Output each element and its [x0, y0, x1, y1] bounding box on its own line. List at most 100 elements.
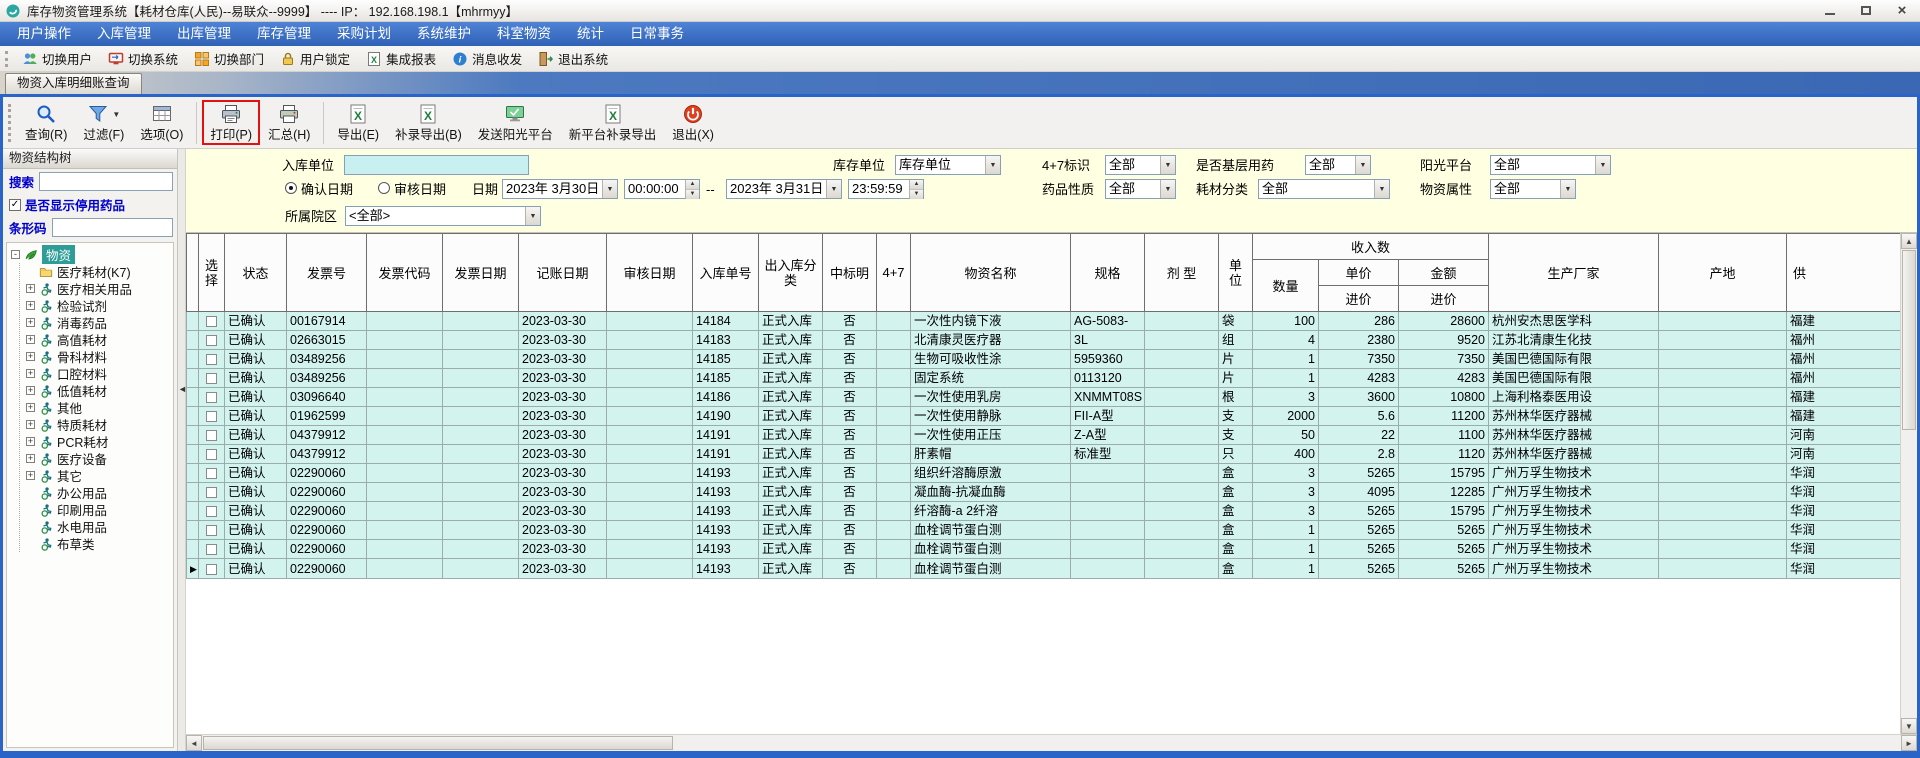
row-select-checkbox[interactable] [206, 487, 217, 499]
tree-item-16[interactable]: 布草类 [26, 535, 173, 552]
tree-root-material[interactable]: - 物资 [11, 245, 173, 264]
tag47-select[interactable]: 全部 ▼ [1105, 155, 1176, 175]
table-row[interactable]: 已确认 04379912 2023-03-30 14191 正式入库否 肝素帽 标准型 只 40… [186, 444, 1900, 464]
splitter-collapse-icon[interactable]: ◄ [178, 384, 187, 394]
tree-item-10[interactable]: + PCR耗材 [26, 433, 173, 450]
col-audit-date[interactable]: 审核日期 [606, 233, 693, 312]
col-price[interactable]: 单价 [1318, 259, 1399, 286]
tree-item-5[interactable]: + 骨科材料 [26, 348, 173, 365]
row-select-checkbox[interactable] [206, 430, 217, 442]
search-input[interactable] [39, 172, 173, 191]
tree-item-9[interactable]: + 特质耗材 [26, 416, 173, 433]
col-origin[interactable]: 产地 [1658, 233, 1787, 312]
col-supplier[interactable]: 供 [1786, 233, 1900, 312]
chevron-down-icon[interactable]: ▼ [112, 110, 120, 119]
command-summarize-button[interactable]: 汇总(H) [260, 100, 318, 145]
row-select-checkbox[interactable] [206, 373, 217, 385]
vertical-scroll-thumb[interactable] [1902, 250, 1916, 430]
consumable-class-select[interactable]: 全部 ▼ [1258, 179, 1390, 199]
col-bid[interactable]: 中标明 [822, 233, 877, 312]
chevron-down-icon[interactable]: ▼ [1355, 156, 1370, 174]
col-name[interactable]: 物资名称 [910, 233, 1071, 312]
col-inout-class[interactable]: 出入库分类 [758, 233, 823, 312]
col-status[interactable]: 状态 [224, 233, 287, 312]
col-invoice-date[interactable]: 发票日期 [442, 233, 519, 312]
expand-icon[interactable]: + [26, 471, 35, 480]
inbound-unit-input[interactable] [344, 155, 529, 175]
time-to-spinner[interactable]: 23:59:59 ▲ ▼ [848, 179, 924, 199]
col-dosage[interactable]: 剂 型 [1144, 233, 1219, 312]
expand-icon[interactable]: + [26, 318, 35, 327]
expand-icon[interactable]: + [26, 301, 35, 310]
toolbar-switch-user-button[interactable]: 切换用户 [14, 47, 100, 70]
col-manufacturer[interactable]: 生产厂家 [1488, 233, 1659, 312]
table-row[interactable]: 已确认 01962599 2023-03-30 14190 正式入库否 一次性使用静脉 FI… [186, 406, 1900, 426]
col-inbound-no[interactable]: 入库单号 [692, 233, 759, 312]
toolbar-message-button[interactable]: i 消息收发 [444, 47, 530, 70]
col-invoice-code[interactable]: 发票代码 [366, 233, 443, 312]
col-income-group[interactable]: 收入数 [1252, 233, 1489, 260]
chevron-down-icon[interactable]: ▼ [826, 180, 841, 198]
expand-icon[interactable]: + [26, 437, 35, 446]
expand-icon[interactable]: + [26, 403, 35, 412]
table-row[interactable]: 已确认 02290060 2023-03-30 14193 正式入库否 血栓调节蛋白测 盒 1… [186, 539, 1900, 559]
tree-item-4[interactable]: + 高值耗材 [26, 331, 173, 348]
menu-item-8[interactable]: 日常事务 [617, 22, 697, 46]
table-row[interactable]: 已确认 03489256 2023-03-30 14185 正式入库否 固定系统 01131… [186, 368, 1900, 388]
date-from-picker[interactable]: 2023年 3月30日 ▼ [502, 179, 618, 199]
col-purchase-price-unit[interactable]: 进价 [1318, 285, 1399, 312]
tree-item-7[interactable]: + 低值耗材 [26, 382, 173, 399]
chevron-down-icon[interactable]: ▼ [985, 156, 1000, 174]
expand-icon[interactable]: + [26, 369, 35, 378]
command-query-button[interactable]: 查询(R) [17, 100, 75, 145]
toolbar-grip[interactable] [5, 50, 9, 67]
expand-icon[interactable]: + [26, 352, 35, 361]
toolbar-exit-system-button[interactable]: 退出系统 [530, 47, 616, 70]
horizontal-scroll-thumb[interactable] [203, 736, 673, 750]
tree-item-3[interactable]: + 消毒药品 [26, 314, 173, 331]
row-select-checkbox[interactable] [206, 468, 217, 480]
time-from-spinner[interactable]: 00:00:00 ▲ ▼ [624, 179, 700, 199]
spinner-down-icon[interactable]: ▼ [686, 190, 699, 199]
row-select-checkbox[interactable] [206, 411, 217, 423]
table-row[interactable]: 已确认 03489256 2023-03-30 14185 正式入库否 生物可吸收性涂 59… [186, 349, 1900, 369]
tree-item-14[interactable]: 印刷用品 [26, 501, 173, 518]
minimize-button[interactable] [1812, 0, 1848, 21]
expand-icon[interactable]: + [26, 454, 35, 463]
tree-item-1[interactable]: + 医疗相关用品 [26, 280, 173, 297]
chevron-down-icon[interactable]: ▼ [525, 207, 540, 225]
drug-nature-select[interactable]: 全部 ▼ [1105, 179, 1176, 199]
expand-icon[interactable]: + [26, 284, 35, 293]
chevron-down-icon[interactable]: ▼ [602, 180, 617, 198]
chevron-down-icon[interactable]: ▼ [1595, 156, 1610, 174]
row-select-checkbox[interactable] [206, 563, 217, 575]
expand-icon[interactable]: + [26, 386, 35, 395]
panel-splitter[interactable]: ◄ [178, 149, 187, 751]
col-select[interactable]: 选择 [198, 233, 225, 312]
spinner-down-icon[interactable]: ▼ [910, 190, 923, 199]
confirm-date-radio[interactable] [285, 182, 297, 194]
date-to-picker[interactable]: 2023年 3月31日 ▼ [726, 179, 842, 199]
table-row[interactable]: 已确认 02290060 2023-03-30 14193 正式入库否 血栓调节蛋白测 盒 1… [186, 520, 1900, 540]
col-invoice-no[interactable]: 发票号 [286, 233, 367, 312]
table-row[interactable]: 已确认 00167914 2023-03-30 14184 正式入库否 一次性内镜下液 AG… [186, 311, 1900, 331]
spinner-up-icon[interactable]: ▲ [910, 180, 923, 190]
tree-item-15[interactable]: 水电用品 [26, 518, 173, 535]
chevron-down-icon[interactable]: ▼ [1374, 180, 1389, 198]
menu-item-0[interactable]: 用户操作 [4, 22, 84, 46]
command-print-button[interactable]: 打印(P) [202, 100, 261, 145]
tree-item-0[interactable]: 医疗耗材(K7) [26, 263, 173, 280]
chevron-down-icon[interactable]: ▼ [1560, 180, 1575, 198]
menu-item-3[interactable]: 库存管理 [244, 22, 324, 46]
show-disabled-checkbox[interactable]: ✓ [9, 198, 21, 211]
row-select-checkbox[interactable] [206, 525, 217, 537]
chevron-down-icon[interactable]: ▼ [1160, 156, 1175, 174]
row-select-checkbox[interactable] [206, 544, 217, 556]
command-exit-button[interactable]: 退出(X) [664, 100, 722, 145]
scroll-up-icon[interactable]: ▲ [1901, 233, 1917, 249]
command-send-sunshine-platform-button[interactable]: 发送阳光平台 [470, 100, 561, 145]
toolbar-user-lock-button[interactable]: 用户锁定 [272, 47, 358, 70]
toolbar-switch-department-button[interactable]: 切换部门 [186, 47, 272, 70]
tree-item-12[interactable]: + 其它 [26, 467, 173, 484]
barcode-input[interactable] [51, 218, 173, 237]
